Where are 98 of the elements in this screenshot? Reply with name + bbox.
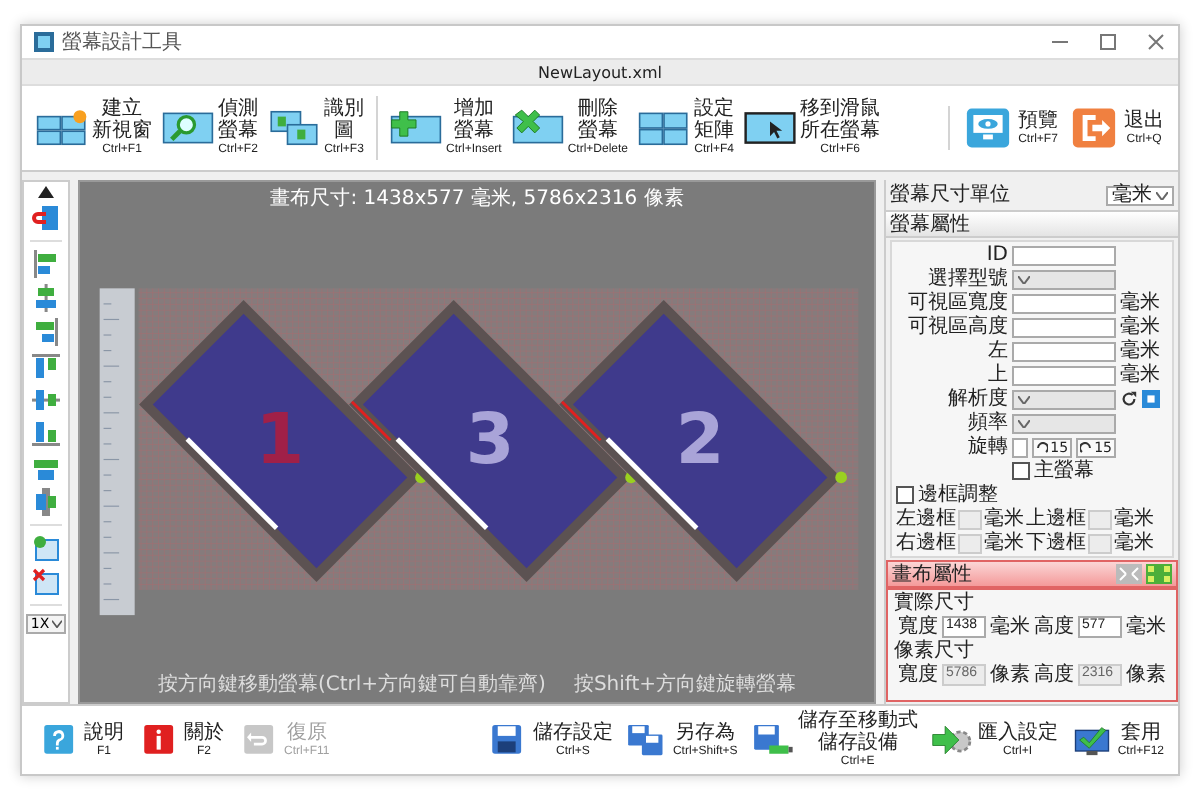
align-icon[interactable] [32, 250, 60, 278]
unit-label: 像素 [1126, 664, 1166, 686]
canvas-size-info: 畫布尺寸: 1438x577 毫米, 5786x2316 像素 [270, 186, 684, 212]
monitor-settings-icon[interactable] [1142, 390, 1160, 408]
two-monitors-icon [268, 108, 320, 148]
caret-icon [1018, 275, 1030, 283]
input-field[interactable] [1012, 317, 1116, 337]
field-label: 頻率 [966, 412, 1008, 434]
input-field[interactable] [1088, 533, 1112, 553]
unit-setting-label: 螢幕尺寸單位 [890, 184, 1010, 206]
unit-label: 毫米 [1114, 532, 1154, 554]
display-screen[interactable] [559, 300, 847, 582]
unit-label: 毫米 [1126, 616, 1166, 638]
unit-label: 毫米 [1120, 364, 1162, 386]
panel-title: 畫布屬性 [892, 563, 972, 585]
align-icon[interactable] [32, 318, 60, 346]
align-icon[interactable] [32, 488, 60, 516]
magnet-icon[interactable] [32, 204, 60, 232]
window-title: 螢幕設計工具 [62, 29, 182, 56]
unit-label: 像素 [990, 664, 1030, 686]
checkbox[interactable] [896, 486, 914, 504]
rotate-left-icon [1036, 441, 1049, 453]
monitor-grid-icon [638, 108, 691, 148]
field-label: 上邊框 [1026, 508, 1086, 530]
field-label: ID [984, 244, 1008, 266]
input-field[interactable] [1088, 509, 1112, 529]
floppy-usb-icon [749, 722, 794, 758]
monitor-eye-icon [962, 108, 1014, 148]
hint-text: 按Shift+方向鍵旋轉螢幕 [573, 672, 797, 698]
screen-grid-icon [36, 108, 88, 148]
checkbox-label: 主螢幕 [1034, 460, 1094, 482]
screen-number: 3 [465, 401, 515, 482]
close-icon[interactable] [1146, 32, 1166, 52]
field-label: 解析度 [946, 388, 1008, 410]
arrow-gear-icon [929, 722, 974, 758]
field-label: 寬度 [898, 664, 938, 686]
align-icon[interactable] [32, 420, 60, 448]
app-icon [34, 32, 54, 52]
caret-icon [51, 620, 62, 628]
monitor-check-icon [1069, 722, 1114, 758]
monitor-magnifier-icon [162, 108, 214, 148]
unit-label: 毫米 [984, 532, 1024, 554]
field-label: 上 [986, 364, 1008, 386]
field-label: 左 [986, 340, 1008, 362]
image-remove-icon[interactable] [32, 568, 60, 596]
screen-number: 2 [675, 401, 725, 482]
input-field[interactable] [958, 509, 982, 529]
monitor-cursor-icon [744, 108, 797, 148]
collapse-icon[interactable] [1116, 564, 1142, 584]
floppy-disks-icon [624, 722, 669, 758]
unit-label: 毫米 [984, 508, 1024, 530]
input-field[interactable] [1012, 365, 1116, 385]
rotate-right-icon [1080, 441, 1093, 453]
scroll-up-icon[interactable] [38, 186, 54, 198]
hint-text: 按方向鍵移動螢幕(Ctrl+方向鍵可自動靠齊) [157, 672, 546, 698]
exit-icon [1068, 108, 1120, 148]
field-label: 旋轉 [966, 436, 1008, 458]
monitor-cross-icon [511, 108, 564, 148]
align-icon[interactable] [32, 454, 60, 482]
unit-label: 毫米 [1120, 340, 1162, 362]
checkbox[interactable] [1012, 462, 1030, 480]
monitor-plus-icon [390, 108, 442, 148]
field-label: 選擇型號 [926, 268, 1008, 290]
input-field[interactable] [1012, 245, 1116, 265]
input-field[interactable] [1012, 293, 1116, 313]
field-label: 右邊框 [896, 532, 956, 554]
input-field[interactable] [958, 533, 982, 553]
input-field[interactable] [1012, 341, 1116, 361]
field-label: 寬度 [898, 616, 938, 638]
align-icon[interactable] [32, 386, 60, 414]
unit-label: 毫米 [1114, 508, 1154, 530]
unit-label: 毫米 [990, 616, 1030, 638]
input-field[interactable] [1012, 437, 1029, 457]
refresh-icon[interactable] [1120, 390, 1138, 408]
panel-title: 螢幕屬性 [890, 213, 970, 235]
maximize-icon[interactable] [1098, 32, 1118, 52]
expand-icon[interactable] [1146, 564, 1172, 584]
align-icon[interactable] [32, 284, 60, 312]
dropdown[interactable] [1012, 269, 1116, 289]
checkbox-label: 邊框調整 [918, 484, 998, 506]
group-title: 實際尺寸 [894, 592, 976, 614]
field-label: 下邊框 [1026, 532, 1086, 554]
field-label: 高度 [1034, 664, 1074, 686]
unit-label: 毫米 [1120, 292, 1162, 314]
caret-icon [1018, 419, 1030, 427]
field-label: 可視區寬度 [906, 292, 1008, 314]
unit-dropdown[interactable]: 毫米 [1106, 185, 1174, 205]
field-label: 高度 [1034, 616, 1074, 638]
field-label: 左邊框 [896, 508, 956, 530]
caret-icon [1018, 395, 1030, 403]
file-name: NewLayout.xml [538, 63, 662, 81]
image-add-icon[interactable] [32, 534, 60, 562]
field-label: 可視區高度 [906, 316, 1008, 338]
screen-number: 1 [255, 401, 305, 482]
unit-label: 毫米 [1120, 316, 1162, 338]
align-icon[interactable] [32, 352, 60, 380]
caret-icon [1156, 191, 1168, 199]
group-title: 像素尺寸 [894, 640, 976, 662]
